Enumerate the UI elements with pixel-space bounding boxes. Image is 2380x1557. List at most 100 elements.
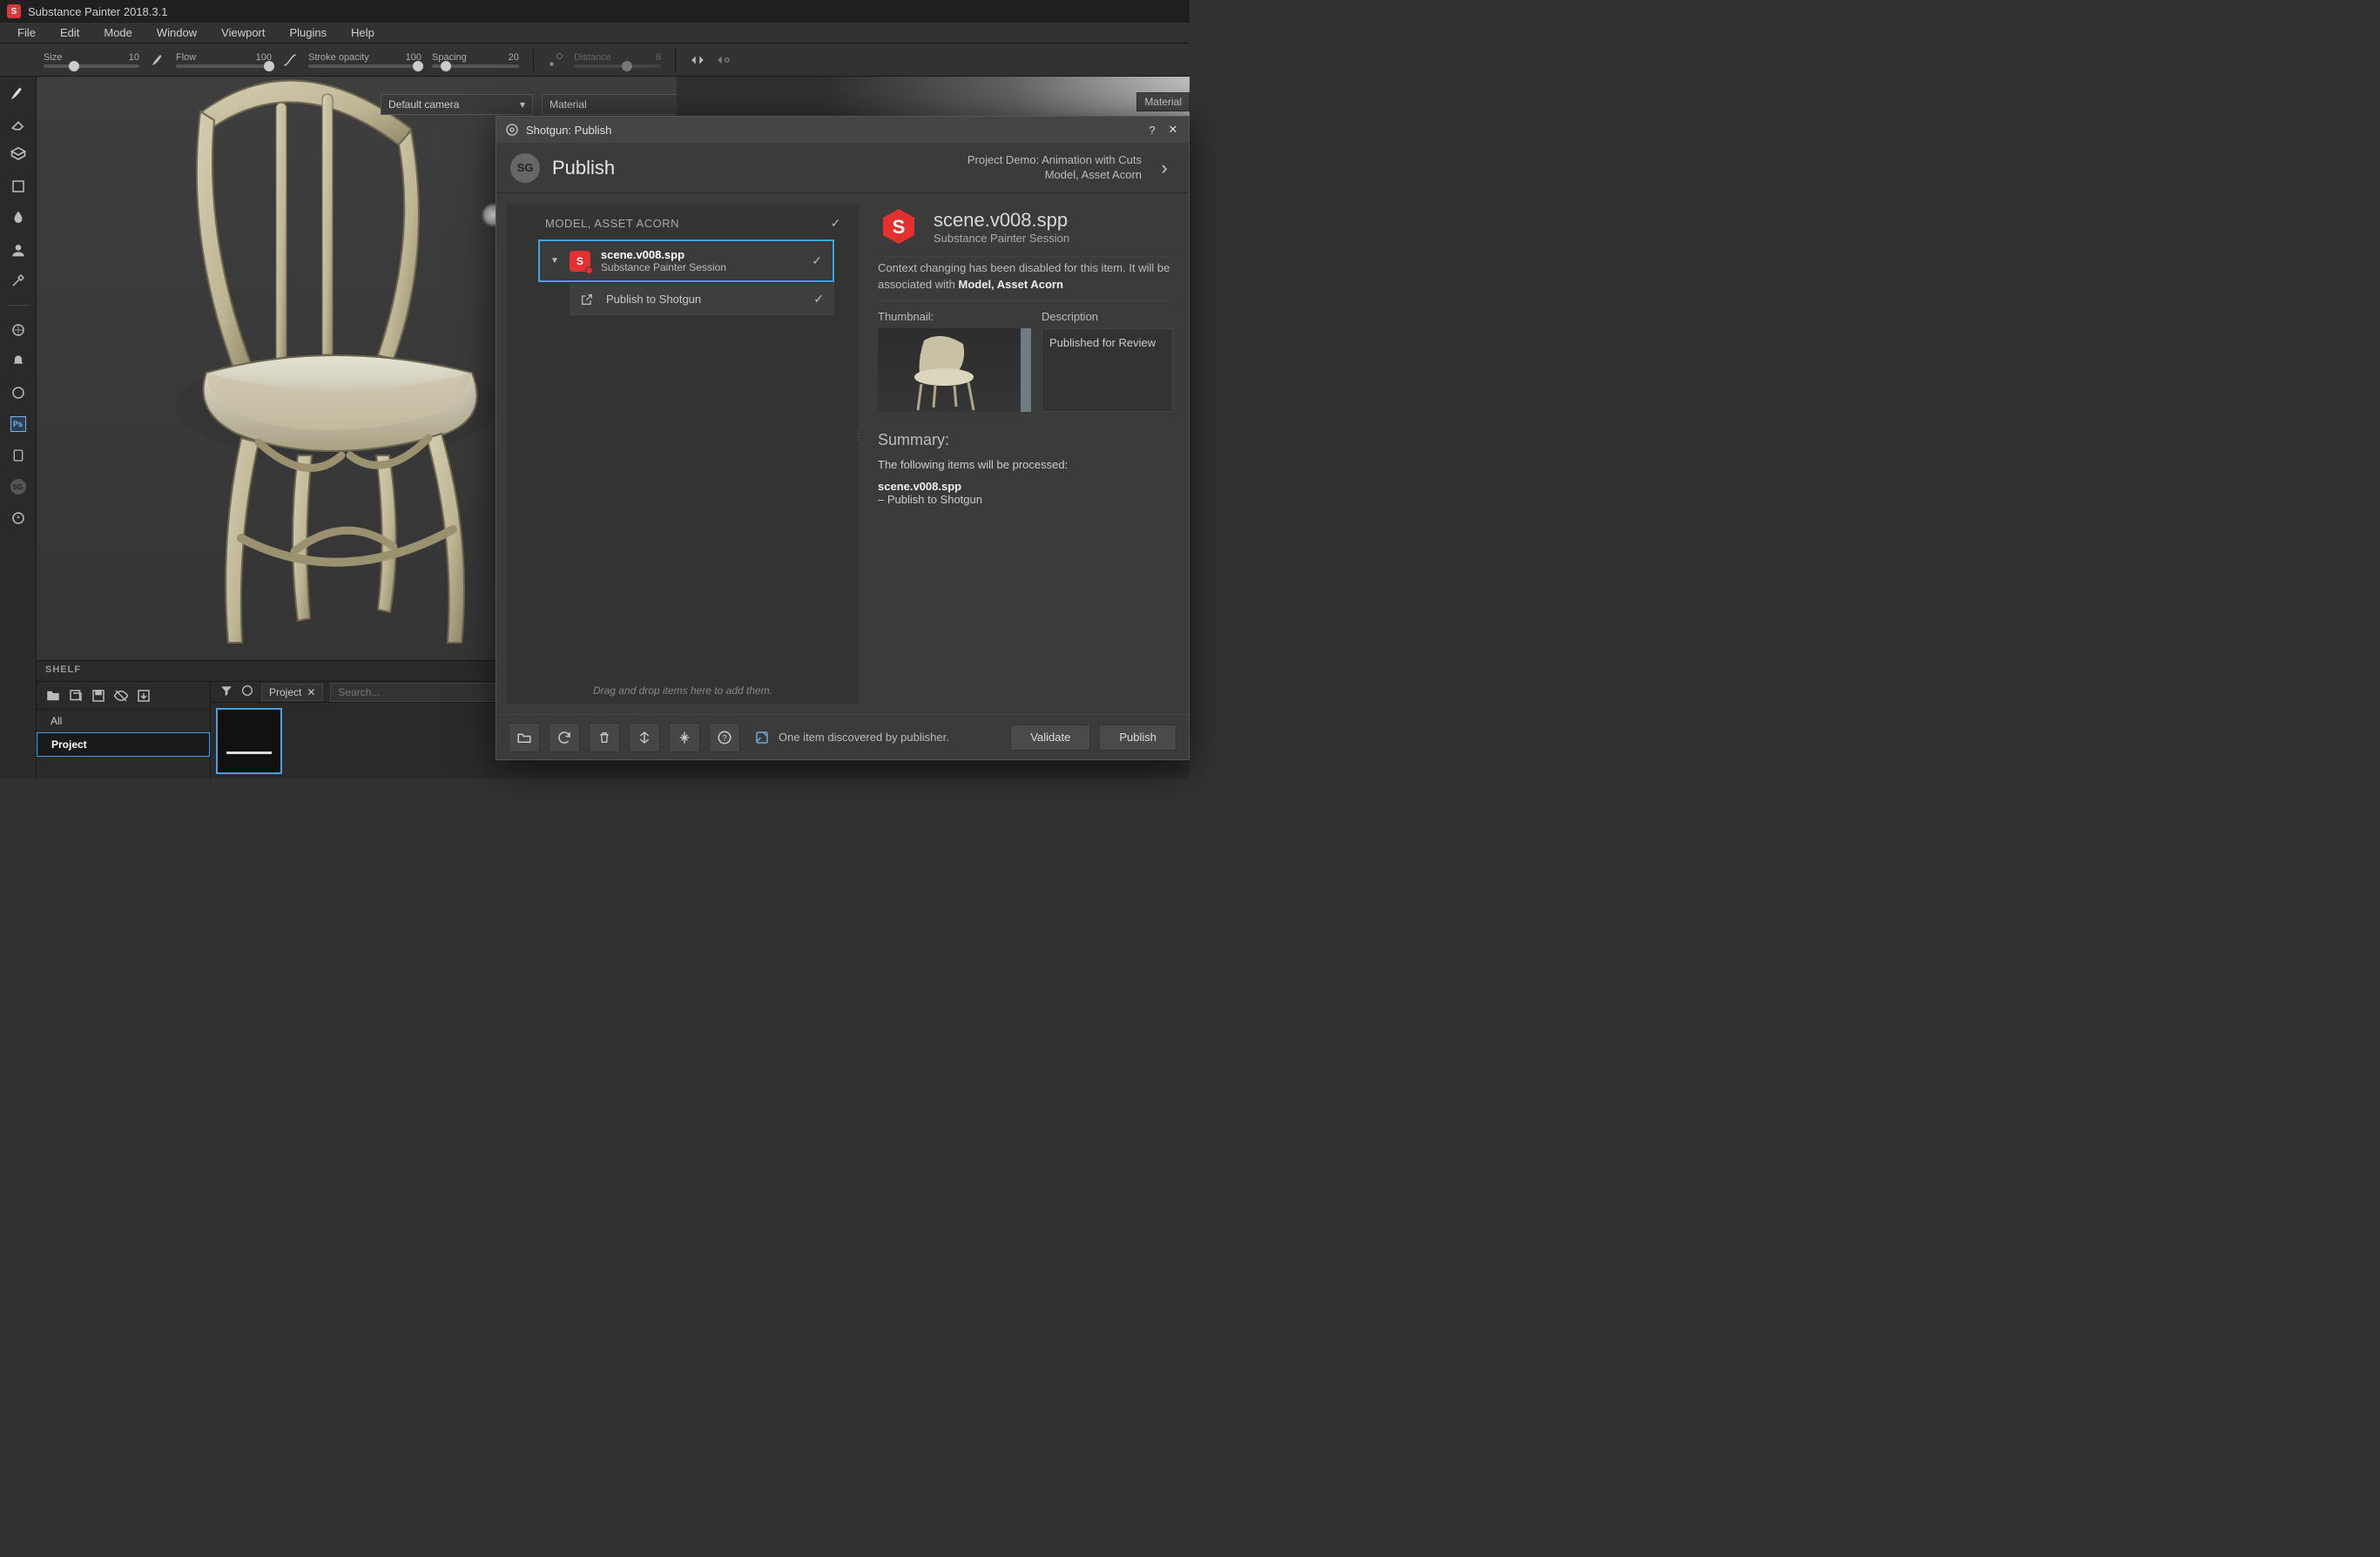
help-icon[interactable]: ?	[1145, 123, 1159, 137]
left-tool-strip: Ps SG	[0, 77, 37, 778]
spacing-slider[interactable]: Spacing20	[432, 52, 519, 68]
filter-icon[interactable]	[219, 684, 233, 700]
eraser-tool-icon[interactable]	[8, 113, 29, 134]
title-bar: S Substance Painter 2018.3.1	[0, 0, 1190, 23]
symmetry-icon[interactable]	[690, 52, 705, 68]
size-slider[interactable]: Size10	[44, 52, 139, 68]
photoshop-export-icon[interactable]: Ps	[8, 414, 29, 435]
dialog-titlebar[interactable]: Shotgun: Publish ? ✕	[496, 117, 1189, 143]
shelf-tab-project[interactable]: Project	[37, 732, 210, 757]
menu-file[interactable]: File	[7, 24, 46, 41]
sync-icon[interactable]	[8, 508, 29, 529]
subitem-check-icon[interactable]: ✓	[813, 292, 824, 307]
group-check-icon[interactable]: ✓	[831, 216, 841, 231]
summary-intro: The following items will be processed:	[878, 458, 1173, 471]
visibility-icon[interactable]	[113, 688, 129, 704]
detail-filetype: Substance Painter Session	[934, 232, 1069, 245]
shelf-thumbnail[interactable]	[216, 708, 282, 774]
tree-subitem-label: Publish to Shotgun	[606, 293, 801, 306]
filter-tag-project[interactable]: Project✕	[261, 684, 323, 701]
folder-icon[interactable]	[45, 688, 61, 704]
smudge-tool-icon[interactable]	[8, 207, 29, 228]
dialog-window-title: Shotgun: Publish	[526, 124, 611, 137]
status-icon	[754, 730, 770, 745]
substance-large-icon: S	[878, 206, 920, 247]
channel-dropdown-value: Material	[549, 98, 587, 111]
caret-down-icon[interactable]: ▼	[550, 256, 559, 266]
shelf-tab-all[interactable]: All	[37, 710, 210, 732]
menu-plugins[interactable]: Plugins	[279, 24, 337, 41]
delete-button[interactable]	[589, 723, 620, 752]
item-check-icon[interactable]: ✓	[812, 253, 822, 268]
menu-mode[interactable]: Mode	[93, 24, 143, 41]
validate-button[interactable]: Validate	[1010, 725, 1090, 751]
thumbnail-label: Thumbnail:	[878, 310, 1031, 323]
app-icon: S	[7, 4, 21, 18]
close-icon[interactable]: ✕	[1166, 123, 1180, 137]
distance-value: 8	[656, 52, 661, 63]
close-tag-icon[interactable]: ✕	[307, 686, 315, 698]
menu-viewport[interactable]: Viewport	[211, 24, 275, 41]
dialog-header: SG Publish Project Demo: Animation with …	[496, 143, 1189, 193]
tree-item-scene[interactable]: ▼ S scene.v008.spp Substance Painter Ses…	[538, 239, 834, 282]
camera-dropdown[interactable]: Default camera▾	[381, 94, 533, 115]
collection-icon[interactable]	[68, 688, 84, 704]
external-link-icon	[580, 293, 594, 307]
context-next-icon[interactable]: ›	[1154, 157, 1175, 179]
shotgun-badge-icon[interactable]: SG	[8, 476, 29, 497]
publish-button[interactable]: Publish	[1099, 725, 1177, 751]
shotgun-icon[interactable]	[8, 320, 29, 340]
svg-text:S: S	[893, 216, 906, 238]
menu-window[interactable]: Window	[146, 24, 207, 41]
material-picker-icon[interactable]	[8, 270, 29, 291]
description-label: Description	[1042, 310, 1173, 323]
brush-toolbar: Size10 Flow100 Stroke opacity100 Spacing…	[0, 44, 1190, 77]
context-note: Context changing has been disabled for t…	[878, 256, 1173, 301]
menu-help[interactable]: Help	[340, 24, 385, 41]
browse-button[interactable]	[509, 723, 540, 752]
sg-badge-icon: SG	[510, 153, 540, 183]
channel-dropdown[interactable]: Material▾	[542, 94, 677, 115]
collapse-button[interactable]	[669, 723, 700, 752]
splitter-handle[interactable]: ⋮⋮	[853, 433, 861, 440]
refresh-button[interactable]	[549, 723, 580, 752]
opacity-slider[interactable]: Stroke opacity100	[308, 52, 421, 68]
shotgun-title-icon	[505, 123, 519, 137]
context-breadcrumb: Project Demo: Animation with Cuts Model,…	[968, 153, 1142, 183]
curve-icon[interactable]	[282, 52, 298, 68]
brush-tip-icon[interactable]	[150, 52, 165, 68]
publish-tree: MODEL, ASSET ACORN ✓ ▼ S scene.v008.spp …	[507, 204, 859, 704]
status-message: One item discovered by publisher.	[754, 730, 949, 745]
save-icon[interactable]	[91, 688, 106, 704]
notifications-icon[interactable]	[8, 351, 29, 372]
substance-file-icon: S	[570, 251, 590, 272]
distance-label: Distance	[574, 52, 611, 63]
2d-channel-chip[interactable]: Material	[1136, 92, 1190, 111]
refresh-filter-icon[interactable]	[240, 684, 254, 700]
expand-button[interactable]	[629, 723, 660, 752]
symmetry-settings-icon[interactable]	[716, 52, 732, 68]
info-button[interactable]: ?	[709, 723, 740, 752]
chair-model	[124, 77, 524, 660]
resources-updater-icon[interactable]	[8, 445, 29, 466]
substance-share-icon[interactable]	[8, 382, 29, 403]
svg-text:?: ?	[722, 733, 727, 743]
spacing-label: Spacing	[432, 52, 467, 63]
description-input[interactable]: Published for Review	[1042, 328, 1173, 412]
menu-bar: File Edit Mode Window Viewport Plugins H…	[0, 23, 1190, 44]
thumbnail-preview[interactable]	[878, 328, 1031, 412]
tree-item-type: Substance Painter Session	[601, 261, 801, 273]
flow-slider[interactable]: Flow100	[176, 52, 272, 68]
paint-tool-icon[interactable]	[8, 82, 29, 103]
flow-label: Flow	[176, 52, 196, 63]
tree-subitem-publish[interactable]: Publish to Shotgun ✓	[570, 282, 834, 315]
import-icon[interactable]	[136, 688, 152, 704]
clone-tool-icon[interactable]	[8, 239, 29, 260]
projection-tool-icon[interactable]	[8, 145, 29, 165]
lazy-mouse-icon[interactable]	[548, 52, 563, 68]
summary-title: Summary:	[878, 431, 1173, 449]
menu-edit[interactable]: Edit	[50, 24, 90, 41]
summary-filename: scene.v008.spp	[878, 480, 1173, 493]
polygon-fill-icon[interactable]	[8, 176, 29, 197]
distance-slider: Distance 8	[574, 52, 661, 68]
